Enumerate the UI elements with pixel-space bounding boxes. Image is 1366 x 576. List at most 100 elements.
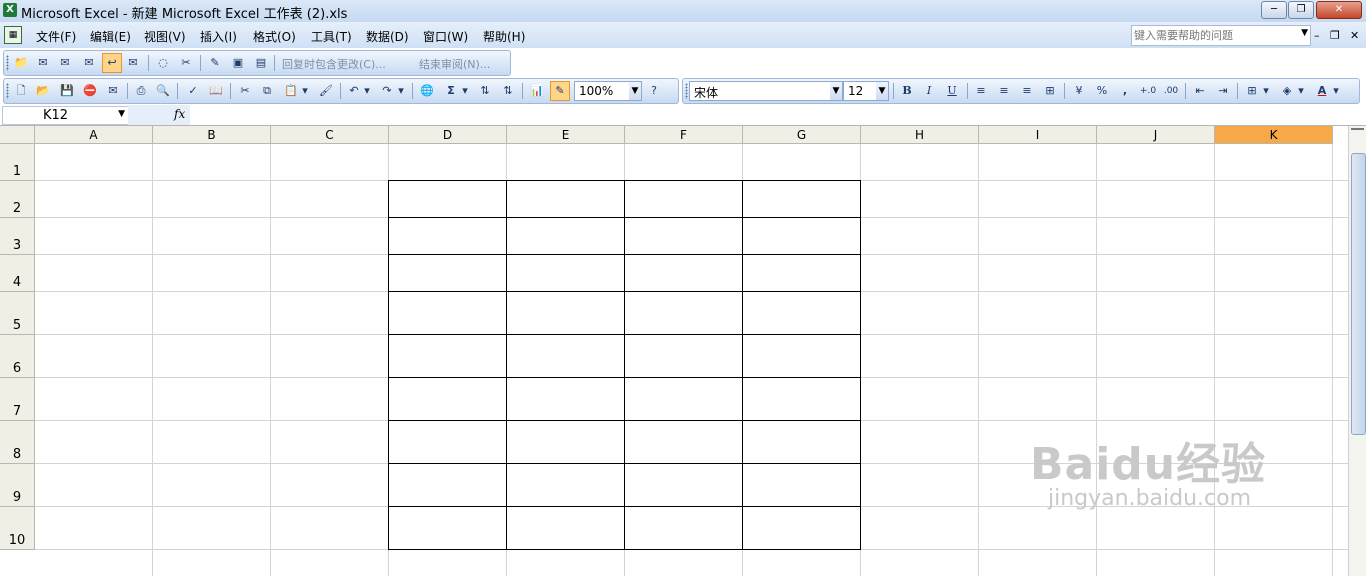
help-question-box[interactable]: ▼: [1131, 25, 1311, 46]
chevron-down-icon[interactable]: ▾: [396, 82, 406, 100]
chevron-down-icon[interactable]: ▼: [629, 82, 641, 100]
cut-icon[interactable]: ✂: [236, 82, 254, 100]
sort-ascending-icon[interactable]: ⇅: [476, 82, 494, 100]
row-header-8[interactable]: 8: [0, 421, 35, 464]
menu-format[interactable]: 格式(O): [253, 28, 296, 45]
zoom-select[interactable]: 100% ▼: [574, 81, 642, 101]
redo-icon[interactable]: ↷: [378, 82, 396, 100]
track-changes-icon[interactable]: ✎: [206, 54, 224, 72]
minimize-button[interactable]: ─: [1261, 1, 1287, 19]
chevron-down-icon[interactable]: ▼: [118, 109, 125, 119]
column-header-c[interactable]: C: [271, 126, 389, 144]
row-header-5[interactable]: 5: [0, 292, 35, 335]
paste-icon[interactable]: 📋: [282, 82, 300, 100]
send-review-icon[interactable]: ✉: [56, 54, 74, 72]
drawing-icon[interactable]: ✎: [550, 81, 570, 101]
help-icon[interactable]: ?: [645, 82, 663, 100]
bold-button[interactable]: B: [898, 82, 916, 100]
menu-insert[interactable]: 插入(I): [200, 28, 237, 45]
fill-color-icon[interactable]: ◈: [1278, 82, 1296, 100]
delete-comment-icon[interactable]: ✂: [177, 54, 195, 72]
column-header-b[interactable]: B: [153, 126, 271, 144]
send-icon[interactable]: ✉: [34, 54, 52, 72]
column-header-a[interactable]: A: [35, 126, 153, 144]
menu-window[interactable]: 窗口(W): [423, 28, 468, 45]
row-header-2[interactable]: 2: [0, 181, 35, 218]
column-header-e[interactable]: E: [507, 126, 625, 144]
mail-icon[interactable]: ✉: [80, 54, 98, 72]
undo-icon[interactable]: ↶: [345, 82, 363, 100]
toolbar-grip[interactable]: [6, 83, 9, 99]
chevron-down-icon[interactable]: ▾: [1331, 82, 1341, 100]
chevron-down-icon[interactable]: ▼: [1301, 28, 1308, 38]
increase-decimal-icon[interactable]: +.0: [1139, 82, 1157, 100]
row-header-1[interactable]: 1: [0, 144, 35, 181]
vertical-scrollbar[interactable]: [1348, 126, 1366, 576]
help-question-input[interactable]: [1134, 27, 1294, 43]
menu-file[interactable]: 文件(F): [36, 28, 76, 45]
open-folder-icon[interactable]: 📂: [34, 82, 52, 100]
row-header-3[interactable]: 3: [0, 218, 35, 255]
spelling-icon[interactable]: ✓: [184, 82, 202, 100]
reply-with-changes-icon[interactable]: ↩: [102, 53, 122, 73]
doc-minimize-button[interactable]: –: [1314, 29, 1320, 42]
copy-icon[interactable]: ⧉: [258, 82, 276, 100]
increase-indent-icon[interactable]: ⇥: [1214, 82, 1232, 100]
format-painter-icon[interactable]: 🖌: [317, 82, 335, 100]
currency-style-icon[interactable]: ¥: [1070, 82, 1088, 100]
merge-center-icon[interactable]: ⊞: [1041, 82, 1059, 100]
row-header-6[interactable]: 6: [0, 335, 35, 378]
toolbar-grip[interactable]: [6, 55, 9, 71]
menu-edit[interactable]: 编辑(E): [90, 28, 131, 45]
percent-style-button[interactable]: %: [1093, 82, 1111, 100]
column-header-i[interactable]: I: [979, 126, 1097, 144]
chevron-down-icon[interactable]: ▾: [300, 82, 310, 100]
sort-descending-icon[interactable]: ⇅: [499, 82, 517, 100]
comment-icon[interactable]: ◌: [154, 54, 172, 72]
reply-with-changes-button[interactable]: 回复时包含更改(C)...: [282, 56, 386, 72]
accept-changes-icon[interactable]: ▣: [229, 54, 247, 72]
italic-button[interactable]: I: [920, 82, 938, 100]
select-all-corner[interactable]: [0, 126, 35, 144]
chevron-down-icon[interactable]: ▾: [362, 82, 372, 100]
menu-tools[interactable]: 工具(T): [311, 28, 352, 45]
menu-help[interactable]: 帮助(H): [483, 28, 525, 45]
font-size-select[interactable]: 12 ▼: [843, 81, 889, 101]
insert-function-button[interactable]: fx: [174, 107, 185, 121]
close-button[interactable]: ✕: [1316, 1, 1362, 19]
end-review-button[interactable]: 结束审阅(N)...: [419, 56, 490, 72]
email-icon[interactable]: ✉: [104, 82, 122, 100]
toolbar-grip[interactable]: [685, 83, 688, 99]
chevron-down-icon[interactable]: ▾: [1261, 82, 1271, 100]
mail-recipient-icon[interactable]: ✉: [124, 54, 142, 72]
font-color-button[interactable]: A: [1313, 82, 1331, 100]
research-icon[interactable]: 📖: [207, 82, 225, 100]
split-handle[interactable]: [1351, 128, 1364, 134]
chevron-down-icon[interactable]: ▾: [1296, 82, 1306, 100]
menu-data[interactable]: 数据(D): [366, 28, 409, 45]
excel-app-icon[interactable]: X: [3, 3, 17, 17]
column-header-h[interactable]: H: [861, 126, 979, 144]
column-header-d[interactable]: D: [389, 126, 507, 144]
chevron-down-icon[interactable]: ▼: [830, 82, 842, 100]
align-right-icon[interactable]: ≡: [1018, 82, 1036, 100]
chevron-down-icon[interactable]: ▾: [460, 82, 470, 100]
print-preview-icon[interactable]: 🔍: [154, 82, 172, 100]
restore-button[interactable]: ❐: [1288, 1, 1314, 19]
new-document-icon[interactable]: 🗋: [12, 82, 30, 100]
row-header-4[interactable]: 4: [0, 255, 35, 292]
permission-icon[interactable]: ⛔: [81, 82, 99, 100]
column-header-g[interactable]: G: [743, 126, 861, 144]
formula-input[interactable]: [192, 106, 1362, 124]
autosum-button[interactable]: Σ: [442, 82, 460, 100]
comma-style-button[interactable]: ,: [1116, 82, 1134, 100]
column-header-f[interactable]: F: [625, 126, 743, 144]
open-folder-icon[interactable]: 📁: [12, 54, 30, 72]
hyperlink-icon[interactable]: 🌐: [418, 82, 436, 100]
document-icon[interactable]: ▦: [4, 26, 22, 44]
row-header-10[interactable]: 10: [0, 507, 35, 550]
menu-view[interactable]: 视图(V): [144, 28, 186, 45]
row-header-7[interactable]: 7: [0, 378, 35, 421]
chart-wizard-icon[interactable]: 📊: [528, 82, 546, 100]
align-left-icon[interactable]: ≡: [972, 82, 990, 100]
